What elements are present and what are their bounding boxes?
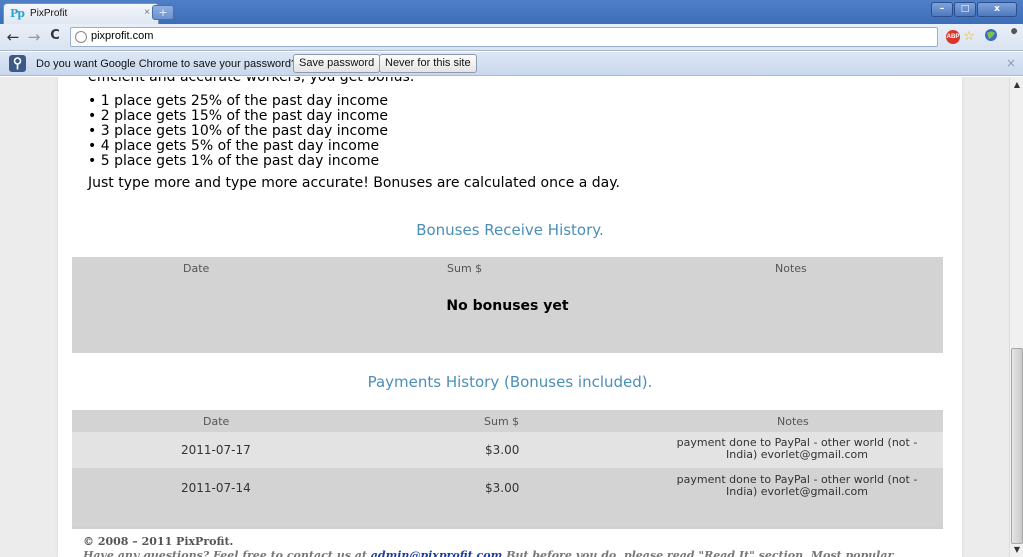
list-item: • 4 place gets 5% of the past day income bbox=[88, 138, 380, 154]
key-icon bbox=[9, 55, 26, 72]
wrench-menu-icon[interactable] bbox=[1005, 28, 1023, 46]
scrollbar-thumb[interactable] bbox=[1011, 348, 1023, 544]
page-viewport: efficient and accurate workers, you get … bbox=[0, 77, 1009, 557]
column-header-notes: Notes bbox=[775, 262, 807, 275]
never-for-this-site-button[interactable]: Never for this site bbox=[379, 54, 477, 73]
address-bar[interactable]: pixprofit.com bbox=[70, 27, 938, 47]
bonus-rules-list: • 1 place gets 25% of the past day incom… bbox=[88, 94, 388, 169]
tab-close-icon[interactable]: × bbox=[144, 7, 150, 18]
payment-note: payment done to PayPal - other world (no… bbox=[662, 437, 932, 461]
payment-date: 2011-07-17 bbox=[181, 443, 251, 457]
scroll-up-icon[interactable]: ▲ bbox=[1012, 80, 1022, 90]
close-window-button[interactable]: x bbox=[977, 2, 1017, 17]
table-row: 2011-07-17 $3.00 payment done to PayPal … bbox=[72, 432, 943, 468]
contact-suffix: But before you do, please read "Read It"… bbox=[502, 549, 894, 557]
window-titlebar: Pp PixProfit × + – □ x bbox=[0, 0, 1023, 24]
contact-email-link[interactable]: admin@pixprofit.com bbox=[371, 549, 502, 557]
bookmark-star-icon[interactable]: ☆ bbox=[960, 28, 978, 46]
bonuses-table: Date Sum $ Notes No bonuses yet bbox=[72, 257, 943, 353]
vertical-scrollbar[interactable]: ▲ ▼ bbox=[1009, 77, 1023, 557]
table-row: 2011-07-14 $3.00 payment done to PayPal … bbox=[72, 468, 943, 504]
browser-toolbar: ← → C pixprofit.com ABP ☆ bbox=[0, 24, 1023, 51]
list-item: • 1 place gets 25% of the past day incom… bbox=[88, 93, 389, 109]
infobar-close-icon[interactable]: × bbox=[1006, 56, 1016, 70]
reload-icon[interactable]: C bbox=[47, 28, 63, 46]
copyright-text: © 2008 – 2011 PixProfit. bbox=[83, 535, 234, 548]
footer-divider bbox=[72, 527, 943, 529]
tab-title: PixProfit bbox=[30, 8, 68, 19]
payments-table-header: Date Sum $ Notes bbox=[72, 410, 943, 432]
adblock-icon[interactable]: ABP bbox=[946, 30, 960, 44]
maximize-button[interactable]: □ bbox=[954, 2, 976, 17]
forward-icon[interactable]: → bbox=[26, 28, 42, 46]
payments-history-title: Payments History (Bonuses included). bbox=[367, 373, 653, 391]
list-item: • 3 place gets 10% of the past day incom… bbox=[88, 123, 389, 139]
payment-note-line: India) evorlet@gmail.com bbox=[726, 485, 868, 498]
back-icon[interactable]: ← bbox=[5, 28, 21, 46]
contact-text: Have any questions? Feel free to contact… bbox=[83, 549, 893, 557]
page-icon bbox=[75, 31, 87, 43]
column-header-date: Date bbox=[203, 415, 230, 428]
tab-pixprofit[interactable]: Pp PixProfit × bbox=[3, 3, 159, 24]
payment-sum: $3.00 bbox=[485, 481, 520, 495]
payment-note: payment done to PayPal - other world (no… bbox=[662, 474, 932, 498]
page-content: efficient and accurate workers, you get … bbox=[58, 77, 962, 557]
payments-table: Date Sum $ Notes 2011-07-17 $3.00 paymen… bbox=[72, 410, 943, 528]
column-header-sum: Sum $ bbox=[484, 415, 520, 428]
url-text[interactable]: pixprofit.com bbox=[91, 30, 153, 42]
save-password-button[interactable]: Save password bbox=[293, 54, 381, 73]
tagline-text: Just type more and type more accurate! B… bbox=[88, 175, 620, 191]
list-item: • 5 place gets 1% of the past day income bbox=[88, 153, 380, 169]
scroll-down-icon[interactable]: ▼ bbox=[1012, 545, 1022, 555]
payment-date: 2011-07-14 bbox=[181, 481, 251, 495]
bonuses-table-header: Date Sum $ Notes bbox=[72, 257, 943, 279]
pixprofit-favicon-icon: Pp bbox=[10, 7, 25, 20]
list-item: • 2 place gets 15% of the past day incom… bbox=[88, 108, 389, 124]
window-controls: – □ x bbox=[931, 2, 1017, 17]
extension-globe-icon[interactable] bbox=[982, 28, 1000, 46]
no-bonuses-message: No bonuses yet bbox=[446, 298, 569, 314]
column-header-notes: Notes bbox=[777, 415, 809, 428]
contact-prefix: Have any questions? Feel free to contact… bbox=[83, 549, 371, 557]
payment-sum: $3.00 bbox=[485, 443, 520, 457]
new-tab-button[interactable]: + bbox=[152, 5, 174, 20]
save-password-infobar: Do you want Google Chrome to save your p… bbox=[0, 52, 1023, 76]
column-header-sum: Sum $ bbox=[447, 262, 483, 275]
infobar-message: Do you want Google Chrome to save your p… bbox=[36, 58, 298, 70]
column-header-date: Date bbox=[183, 262, 210, 275]
bonuses-history-title: Bonuses Receive History. bbox=[416, 221, 604, 239]
payment-note-line: India) evorlet@gmail.com bbox=[726, 448, 868, 461]
minimize-button[interactable]: – bbox=[931, 2, 953, 17]
bonus-intro-text: efficient and accurate workers, you get … bbox=[88, 77, 415, 85]
